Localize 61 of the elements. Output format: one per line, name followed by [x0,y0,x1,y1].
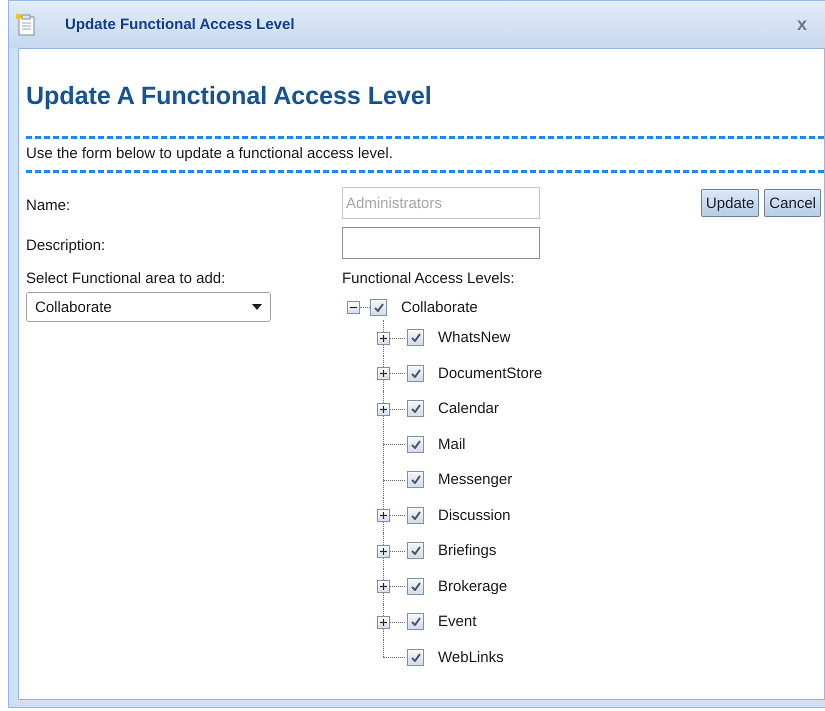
check-icon [410,652,420,662]
expand-toggle[interactable] [377,367,390,380]
checkbox[interactable] [407,400,424,418]
collapse-toggle[interactable] [347,300,360,314]
plus-icon [380,370,387,378]
plus-icon [380,548,387,555]
expand-toggle[interactable] [377,402,390,416]
check-icon [410,475,420,484]
description-label: Description: [26,236,106,254]
area-label: Select Functional area to add: [26,270,226,287]
document-icon [15,12,37,36]
tree-item-label[interactable]: Brokerage [438,578,508,595]
tree-item-label[interactable]: Collaborate [401,298,478,316]
plus-icon [380,512,387,520]
checkbox[interactable] [407,329,424,346]
description-field[interactable] [342,227,540,259]
tree-item-label[interactable]: DocumentStore [438,364,542,382]
check-icon [410,333,420,342]
expand-toggle[interactable] [377,580,390,594]
expand-toggle[interactable] [377,616,390,629]
tree-item-label[interactable]: WhatsNew [438,329,511,346]
expand-toggle[interactable] [377,332,390,345]
plus-icon [380,406,387,413]
cancel-button[interactable]: Cancel [764,189,821,217]
checkbox[interactable] [407,542,424,560]
checkbox[interactable] [407,613,424,630]
check-icon [410,440,420,449]
window-title: Update Functional Access Level [65,16,295,33]
plus-icon [380,618,387,626]
tree-item-label[interactable]: Event [438,613,476,630]
check-icon [410,582,420,591]
check-icon [410,510,420,520]
checkbox[interactable] [407,506,424,524]
check-icon [374,302,384,312]
tree-item-label[interactable]: Mail [438,436,466,453]
tree-item-label[interactable]: Messenger [438,471,512,488]
update-button[interactable]: Update [700,189,760,217]
checkbox[interactable] [407,648,424,666]
checkbox[interactable] [370,298,387,316]
tree-label: Functional Access Levels: [342,270,515,287]
name-label: Name: [26,196,70,214]
expand-toggle[interactable] [377,544,390,558]
check-icon [410,546,420,556]
intro-text: Use the form below to update a functional access level. [26,145,393,162]
checkbox[interactable] [407,364,424,382]
checkbox[interactable] [407,578,424,595]
checkbox[interactable] [407,471,424,488]
tree-item-label[interactable]: Briefings [438,542,496,560]
caret-icon [252,304,262,310]
tree-item-label[interactable]: Calendar [438,400,499,418]
page-heading: Update A Functional Access Level [26,82,433,112]
area-dropdown[interactable]: Collaborate [26,292,271,322]
tree-item-label[interactable]: WebLinks [438,648,504,666]
expand-toggle[interactable] [377,509,390,522]
check-icon [410,368,420,378]
checkbox[interactable] [407,436,424,453]
check-icon [410,617,420,626]
check-icon [410,404,420,414]
plus-icon [380,583,387,590]
plus-icon [380,334,387,342]
tree-item-label[interactable]: Discussion [438,506,511,524]
